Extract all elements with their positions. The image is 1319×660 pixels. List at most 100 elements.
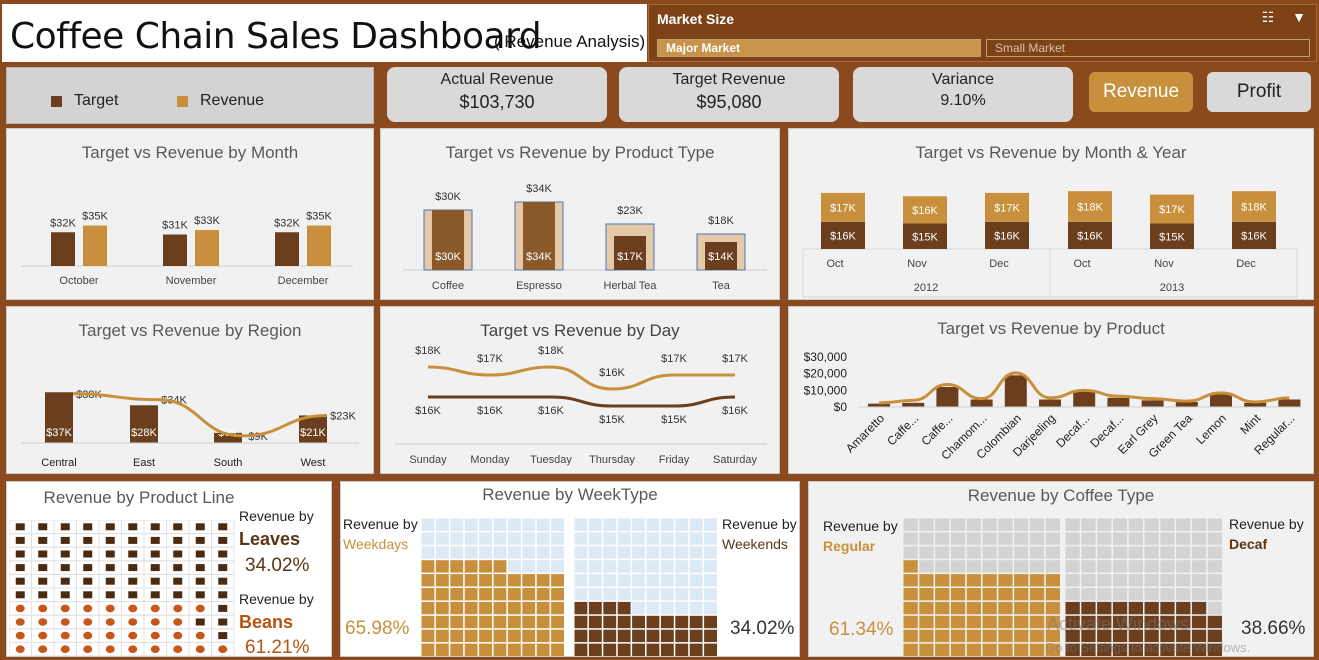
y-tick-label: $30,000 bbox=[804, 350, 848, 364]
waffle-cell-filled bbox=[507, 615, 521, 629]
clear-filter-icon[interactable]: ▼ bbox=[1292, 9, 1306, 25]
waffle-cell-empty bbox=[574, 518, 588, 531]
waffle-cell-empty bbox=[1081, 588, 1096, 601]
data-label-target: $30K bbox=[435, 251, 461, 263]
waffle-cell-empty bbox=[646, 560, 660, 573]
waffle-cell-empty bbox=[464, 532, 478, 545]
waffle-cell-filled bbox=[522, 629, 536, 643]
waffle-cell-empty bbox=[1045, 532, 1060, 545]
waffle-cell-empty bbox=[689, 560, 703, 573]
waffle-cell-empty bbox=[574, 574, 588, 587]
waffle-cell-empty bbox=[1029, 518, 1045, 531]
weekends-caption: Revenue by bbox=[722, 516, 797, 532]
waffle-cell-filled bbox=[603, 601, 617, 615]
leaf-icon bbox=[218, 632, 228, 640]
data-label-target: $16K bbox=[415, 405, 441, 417]
waffle-cell-empty bbox=[1081, 574, 1096, 587]
waffle-cell-filled bbox=[903, 629, 918, 643]
waffle-cell-empty bbox=[919, 546, 934, 559]
leaf-icon bbox=[195, 523, 205, 531]
waffle-cell-filled bbox=[603, 643, 617, 656]
waffle-cell-empty bbox=[617, 532, 631, 545]
bean-icon bbox=[15, 645, 25, 653]
leaf-icon bbox=[218, 523, 228, 531]
waffle-cell-filled bbox=[507, 601, 521, 615]
waffle-cell-filled bbox=[464, 643, 478, 656]
waffle-cell-filled bbox=[507, 588, 521, 601]
data-label-target: $16K bbox=[722, 405, 748, 417]
waffle-cell-empty bbox=[998, 546, 1013, 559]
slicer-option-small-market[interactable]: Small Market bbox=[986, 39, 1310, 57]
waffle-cell-filled bbox=[551, 615, 564, 629]
waffle-cell-filled bbox=[493, 643, 507, 656]
slicer-option-major-market[interactable]: Major Market bbox=[657, 39, 981, 57]
leaf-icon bbox=[83, 536, 93, 544]
waffle-cell-filled bbox=[966, 629, 981, 643]
waffle-cell-filled bbox=[982, 601, 997, 615]
waffle-title: Revenue by Product Line bbox=[43, 488, 235, 507]
waffle-cell-empty bbox=[551, 532, 564, 545]
waffle-cell-filled bbox=[536, 574, 550, 587]
waffle-cell-empty bbox=[689, 601, 703, 615]
bean-icon bbox=[150, 618, 160, 626]
bar-revenue bbox=[307, 225, 331, 266]
x-tick-label: Caffe... bbox=[884, 411, 921, 448]
waffle-cell-empty bbox=[982, 518, 997, 531]
waffle-cell-filled bbox=[1112, 601, 1128, 615]
data-label-target: $34K bbox=[526, 251, 552, 263]
waffle-cell-filled bbox=[950, 629, 966, 643]
waffle-cell-filled bbox=[479, 574, 492, 587]
waffle-cell-empty bbox=[507, 546, 521, 559]
data-label: $35K bbox=[82, 211, 108, 223]
x-tick-label: Dec bbox=[989, 258, 1009, 270]
waffle-cell-filled bbox=[998, 629, 1013, 643]
waffle-weekdays bbox=[421, 518, 564, 656]
kpi-value: $103,730 bbox=[459, 92, 535, 112]
weekends-name: Weekends bbox=[722, 536, 788, 552]
waffle-cell-empty bbox=[522, 560, 536, 573]
profit-button[interactable]: Profit bbox=[1207, 72, 1311, 112]
leaf-icon bbox=[128, 550, 138, 558]
waffle-cell-empty bbox=[1112, 588, 1128, 601]
x-tick-label: West bbox=[301, 457, 326, 469]
data-label-revenue: $17K bbox=[661, 353, 687, 365]
waffle-cell-filled bbox=[574, 601, 588, 615]
waffle-cell-empty bbox=[536, 518, 550, 531]
leaf-icon bbox=[218, 604, 228, 612]
weekdays-name: Weekdays bbox=[343, 536, 409, 552]
waffle-cell-empty bbox=[1191, 518, 1207, 531]
waffle-cell-empty bbox=[1160, 546, 1175, 559]
waffle-cell-empty bbox=[1160, 532, 1175, 545]
waffle-cell-filled bbox=[632, 643, 645, 656]
revenue-button[interactable]: Revenue bbox=[1089, 72, 1193, 112]
data-label-revenue: $17K bbox=[1159, 204, 1185, 216]
waffle-cell-empty bbox=[919, 532, 934, 545]
waffle-cell-filled bbox=[493, 560, 507, 573]
waffle-cell-empty bbox=[1045, 518, 1060, 531]
waffle-cell-empty bbox=[1014, 560, 1029, 573]
waffle-cell-empty bbox=[689, 588, 703, 601]
waffle-cell-empty bbox=[632, 588, 645, 601]
waffle-cell-empty bbox=[632, 560, 645, 573]
waffle-cell-filled bbox=[1029, 574, 1045, 587]
waffle-cell-empty bbox=[1014, 518, 1029, 531]
y-tick-label: $20,000 bbox=[804, 367, 848, 381]
leaf-icon bbox=[38, 536, 48, 544]
waffle-cell-filled bbox=[1029, 601, 1045, 615]
waffle-cell-empty bbox=[1191, 546, 1207, 559]
waffle-cell-filled bbox=[421, 574, 435, 587]
bar-target bbox=[902, 402, 925, 407]
waffle-cell-filled bbox=[704, 615, 717, 629]
data-label-target: $16K bbox=[1077, 230, 1103, 242]
waffle-cell-filled bbox=[536, 588, 550, 601]
leaf-icon bbox=[15, 564, 25, 572]
multi-select-icon[interactable]: ☷ bbox=[1262, 9, 1275, 25]
waffle-cell-filled bbox=[1144, 601, 1159, 615]
waffle-cell-empty bbox=[603, 560, 617, 573]
watermark-line1: Activate Windows bbox=[1047, 614, 1190, 634]
data-label-revenue: $18K bbox=[1077, 202, 1103, 214]
waffle-cell-filled bbox=[493, 588, 507, 601]
waffle-cell-empty bbox=[675, 588, 689, 601]
waffle-cell-filled bbox=[919, 615, 934, 629]
waffle-cell-empty bbox=[1128, 532, 1143, 545]
